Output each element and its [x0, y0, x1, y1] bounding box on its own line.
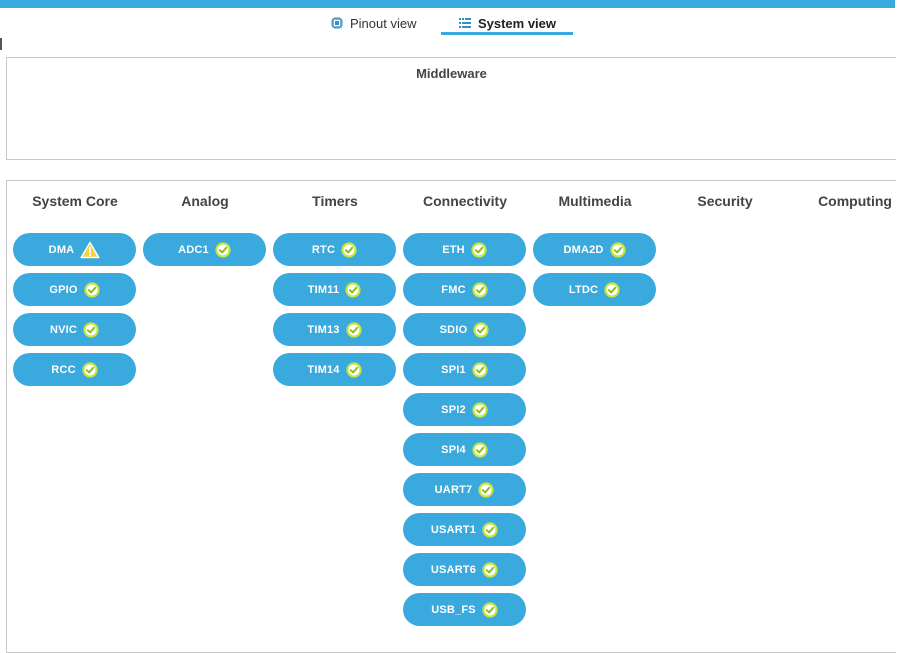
category-title-multimedia: Multimedia [558, 193, 632, 209]
peripheral-label: SPI2 [441, 403, 466, 416]
check-circle-icon [482, 601, 498, 618]
peripheral-label: SPI4 [441, 443, 466, 456]
tab-pinout-view[interactable]: Pinout view [330, 12, 416, 34]
check-circle-icon [482, 561, 498, 578]
chip-icon [331, 17, 343, 29]
peripheral-ltdc[interactable]: LTDC [533, 273, 656, 306]
check-circle-icon [471, 241, 487, 258]
category-title-system-core: System Core [32, 193, 118, 209]
peripheral-gpio[interactable]: GPIO [13, 273, 136, 306]
top-accent-bar [0, 0, 895, 8]
peripheral-eth[interactable]: ETH [403, 233, 526, 266]
peripheral-label: SDIO [439, 323, 468, 336]
peripheral-usb-fs[interactable]: USB_FS [403, 593, 526, 626]
check-circle-icon [472, 281, 488, 298]
check-circle-icon [82, 361, 98, 378]
peripheral-label: DMA [48, 243, 75, 256]
category-title-timers: Timers [312, 193, 358, 209]
peripheral-label: RTC [311, 243, 336, 256]
peripheral-spi1[interactable]: SPI1 [403, 353, 526, 386]
check-circle-icon [604, 281, 620, 298]
tab-pinout-label: Pinout view [350, 15, 417, 31]
peripheral-label: TIM11 [307, 283, 340, 296]
check-circle-icon [473, 321, 489, 338]
check-circle-icon [478, 481, 494, 498]
peripheral-label: SPI1 [441, 363, 466, 376]
check-circle-icon [609, 241, 626, 258]
check-circle-icon [345, 281, 361, 298]
check-circle-icon [345, 321, 362, 338]
peripheral-rtc[interactable]: RTC [273, 233, 396, 266]
peripheral-label: FMC [441, 283, 466, 296]
check-circle-icon [83, 321, 99, 338]
categories-panel: System Core Analog Timers Connectivity M… [6, 180, 896, 653]
peripheral-dma2d[interactable]: DMA2D [533, 233, 656, 266]
check-circle-icon [472, 401, 488, 418]
peripheral-tim14[interactable]: TIM14 [273, 353, 396, 386]
left-edge-marker [0, 38, 2, 50]
category-title-computing: Computing [818, 193, 892, 209]
peripheral-nvic[interactable]: NVIC [13, 313, 136, 346]
category-title-security: Security [697, 193, 753, 209]
peripheral-usart6[interactable]: USART6 [403, 553, 526, 586]
peripheral-label: TIM14 [307, 363, 340, 376]
middleware-panel: Middleware [6, 57, 896, 160]
peripheral-uart7[interactable]: UART7 [403, 473, 526, 506]
peripheral-dma[interactable]: DMA [13, 233, 136, 266]
peripheral-label: USB_FS [431, 603, 476, 616]
tab-system-view[interactable]: System view [441, 12, 573, 34]
peripheral-label: USART1 [430, 523, 477, 536]
peripheral-label: DMA2D [563, 243, 604, 256]
check-circle-icon [472, 441, 488, 458]
peripheral-tim11[interactable]: TIM11 [273, 273, 396, 306]
peripheral-label: ADC1 [178, 243, 209, 256]
check-circle-icon [472, 361, 488, 378]
peripheral-label: RCC [51, 363, 76, 376]
peripheral-label: NVIC [49, 323, 78, 336]
peripheral-label: TIM13 [307, 323, 340, 336]
warning-triangle-icon [80, 241, 100, 258]
middleware-title: Middleware [416, 66, 487, 81]
check-circle-icon [345, 361, 362, 378]
check-circle-icon [215, 241, 231, 258]
peripheral-label: GPIO [49, 283, 78, 296]
peripheral-usart1[interactable]: USART1 [403, 513, 526, 546]
check-circle-icon [84, 281, 100, 298]
category-title-analog: Analog [181, 193, 229, 209]
active-tab-underline [441, 32, 573, 35]
check-circle-icon [341, 241, 357, 258]
peripheral-label: LTDC [568, 283, 599, 296]
peripheral-tim13[interactable]: TIM13 [273, 313, 396, 346]
peripheral-label: USART6 [430, 563, 477, 576]
tab-system-label: System view [477, 15, 557, 31]
list-icon [458, 18, 471, 28]
peripheral-label: ETH [442, 243, 465, 256]
peripheral-fmc[interactable]: FMC [403, 273, 526, 306]
category-title-connectivity: Connectivity [422, 193, 507, 209]
peripheral-spi4[interactable]: SPI4 [403, 433, 526, 466]
peripheral-sdio[interactable]: SDIO [403, 313, 526, 346]
peripheral-adc1[interactable]: ADC1 [143, 233, 266, 266]
peripheral-spi2[interactable]: SPI2 [403, 393, 526, 426]
check-circle-icon [482, 521, 498, 538]
peripheral-label: UART7 [434, 483, 473, 496]
peripheral-rcc[interactable]: RCC [13, 353, 136, 386]
